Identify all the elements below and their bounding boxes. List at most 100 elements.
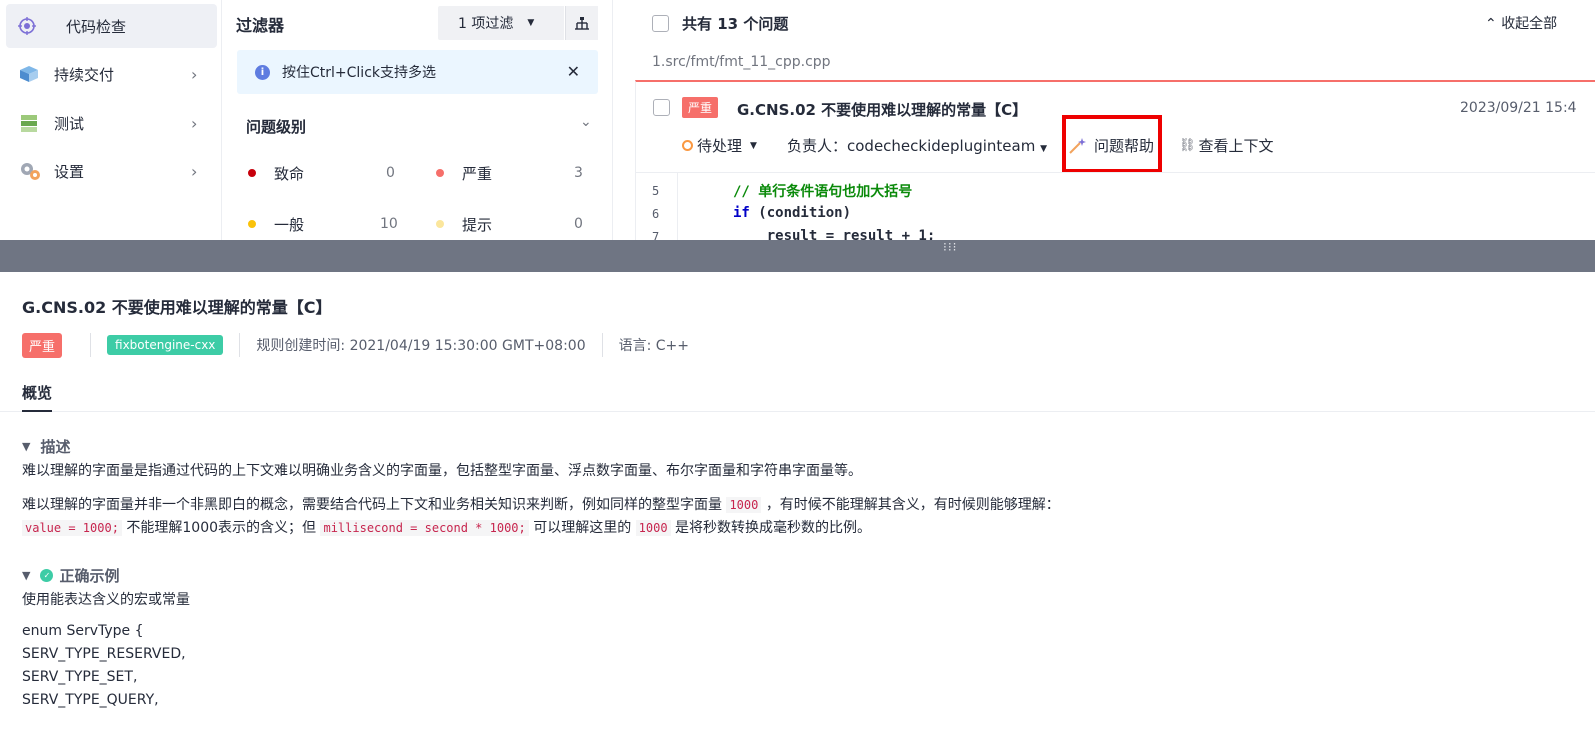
collapse-all-button[interactable]: ⌃ 收起全部 xyxy=(1485,13,1557,33)
sidebar-item-label: 持续交付 xyxy=(54,65,115,84)
example-code-line: SERV_TYPE_RESERVED, xyxy=(22,646,186,662)
divider xyxy=(601,333,603,357)
code-keyword: if xyxy=(733,205,750,221)
description-paragraph: 难以理解的字面量是指通过代码的上下文难以明确业务含义的字面量，包括整型字面量、浮… xyxy=(22,463,862,479)
level-count: 0 xyxy=(386,165,395,181)
example-code-line: SERV_TYPE_QUERY, xyxy=(22,692,159,708)
code-line: if (condition) xyxy=(733,205,851,221)
rule-language: 语言: C++ xyxy=(618,338,690,354)
tree-structure-icon xyxy=(575,17,589,30)
rule-created-time: 规则创建时间: 2021/04/19 15:30:00 GMT+08:00 xyxy=(256,338,586,354)
correct-example-section-header[interactable]: ▼ ✓ 正确示例 xyxy=(22,565,119,586)
level-label: 提示 xyxy=(462,215,493,234)
level-dot xyxy=(436,169,444,177)
link-icon: ⛓ xyxy=(1179,138,1196,153)
issue-title[interactable]: G.CNS.02 不要使用难以理解的常量【C】 xyxy=(737,99,1027,120)
sidebar-item-label: 代码检查 xyxy=(66,17,127,36)
select-all-checkbox[interactable] xyxy=(652,15,669,32)
chevron-right-icon: › xyxy=(191,64,198,84)
level-dot xyxy=(248,220,256,228)
test-icon xyxy=(18,112,48,134)
issue-date: 2023/09/21 15:4 xyxy=(1460,100,1577,116)
severity-badge: 严重 xyxy=(682,97,719,118)
sidebar-item-code-check[interactable]: 代码检查 xyxy=(6,4,217,48)
close-icon[interactable]: ✕ xyxy=(567,62,580,81)
description-paragraph: value = 1000; 不能理解1000表示的含义；但 millisecon… xyxy=(22,517,871,537)
level-dot xyxy=(436,220,444,228)
chevron-right-icon: › xyxy=(191,161,198,181)
engine-tag: fixbotengine-cxx xyxy=(107,335,224,355)
description-section-header[interactable]: ▼ 描述 xyxy=(22,436,70,457)
caret-down-icon: ▼ xyxy=(1040,144,1048,154)
code-line: // 单行条件语句也加大括号 xyxy=(733,184,913,200)
tab-overview[interactable]: 概览 xyxy=(22,382,53,412)
text-span: 不能理解1000表示的含义；但 xyxy=(126,520,317,536)
pending-status-icon xyxy=(682,140,693,151)
inline-code: millisecond = second * 1000; xyxy=(320,520,529,536)
owner-label: 负责人：codecheckidepluginteam xyxy=(787,137,1036,155)
collapse-all-label: 收起全部 xyxy=(1501,16,1558,32)
chevron-up-icon: ⌃ xyxy=(1485,16,1502,32)
file-path[interactable]: 1.src/fmt/fmt_11_cpp.cpp xyxy=(652,54,831,70)
example-code-line: enum ServType { xyxy=(22,623,144,639)
sidebar: 代码检查 持续交付 › 测试 › 设置 › xyxy=(0,0,222,240)
view-context-link[interactable]: ⛓ 查看上下文 xyxy=(1179,135,1274,156)
text-span: ，有时候不能理解其含义，有时候则能够理解： xyxy=(765,497,1060,513)
filter-title: 过滤器 xyxy=(236,16,285,35)
filter-tree-button[interactable] xyxy=(565,6,598,40)
section-title: 正确示例 xyxy=(59,567,120,585)
level-dot xyxy=(248,169,256,177)
divider xyxy=(239,333,241,357)
info-bar: i 按住Ctrl+Click支持多选 ✕ xyxy=(237,50,598,94)
status-label: 待处理 xyxy=(697,137,743,155)
level-item-normal[interactable]: 一般 10 xyxy=(248,214,398,234)
chevron-down-icon: ▼ xyxy=(22,440,31,453)
filter-select[interactable]: 1 项过滤 ▼ xyxy=(438,6,564,40)
sidebar-item-settings[interactable]: 设置 › xyxy=(6,149,217,193)
code-check-icon xyxy=(18,17,48,35)
sidebar-item-test[interactable]: 测试 › xyxy=(6,101,217,145)
text-span: 是将秒数转换成毫秒数的比例。 xyxy=(675,520,872,536)
description-paragraph: 难以理解的字面量并非一个非黑即白的概念，需要结合代码上下文和业务相关知识来判断，… xyxy=(22,494,1060,514)
inline-code: value = 1000; xyxy=(22,520,122,536)
panel-splitter[interactable]: ⁝⁝⁝ xyxy=(0,240,1595,272)
example-intro: 使用能表达含义的宏或常量 xyxy=(22,592,190,608)
rule-title: G.CNS.02 不要使用难以理解的常量【C】 xyxy=(22,298,332,317)
settings-icon xyxy=(18,160,48,182)
filter-select-value: 1 项过滤 xyxy=(458,16,514,32)
info-icon: i xyxy=(255,64,270,80)
detail-tabs: 概览 xyxy=(0,382,1595,412)
view-context-label: 查看上下文 xyxy=(1198,137,1274,155)
level-count: 10 xyxy=(380,216,398,232)
rule-detail-panel: G.CNS.02 不要使用难以理解的常量【C】 严重 fixbotengine-… xyxy=(0,272,1595,738)
chevron-right-icon: › xyxy=(191,113,198,133)
level-label: 严重 xyxy=(462,164,493,183)
chevron-down-icon[interactable]: ⌄ xyxy=(580,114,592,130)
code-line: result = result + 1; xyxy=(733,228,936,240)
highlight-box xyxy=(1062,115,1162,173)
drag-handle-icon[interactable]: ⁝⁝⁝ xyxy=(943,241,957,253)
top-area: 代码检查 持续交付 › 测试 › 设置 › 过滤器 1 项过滤 ▼ i 按住Ct… xyxy=(0,0,1595,240)
line-number: 7 xyxy=(652,230,660,240)
level-item-serious[interactable]: 严重 3 xyxy=(436,163,583,183)
rule-meta: 严重 fixbotengine-cxx 规则创建时间: 2021/04/19 1… xyxy=(22,332,689,358)
text-span: 可以理解这里的 xyxy=(533,520,632,536)
inline-code: 1000 xyxy=(726,497,762,513)
sidebar-item-delivery[interactable]: 持续交付 › xyxy=(6,52,217,96)
level-item-fatal[interactable]: 致命 0 xyxy=(248,163,395,183)
delivery-icon xyxy=(18,64,48,84)
status-select[interactable]: 待处理 ▼ xyxy=(682,135,757,156)
level-count: 3 xyxy=(574,165,583,181)
caret-down-icon: ▼ xyxy=(527,18,535,28)
issue-checkbox[interactable] xyxy=(653,99,670,116)
issues-panel: 共有 13 个问题 ⌃ 收起全部 1.src/fmt/fmt_11_cpp.cp… xyxy=(612,0,1595,240)
issue-card: 严重 G.CNS.02 不要使用难以理解的常量【C】 2023/09/21 15… xyxy=(635,80,1595,240)
level-count: 0 xyxy=(574,216,583,232)
level-item-hint[interactable]: 提示 0 xyxy=(436,214,583,234)
chevron-down-icon: ▼ xyxy=(22,569,31,582)
owner-select[interactable]: 负责人：codecheckidepluginteam ▼ xyxy=(787,135,1047,156)
sidebar-item-label: 测试 xyxy=(54,114,85,133)
check-circle-icon: ✓ xyxy=(40,569,54,582)
divider xyxy=(90,333,92,357)
severity-tag: 严重 xyxy=(22,332,63,358)
